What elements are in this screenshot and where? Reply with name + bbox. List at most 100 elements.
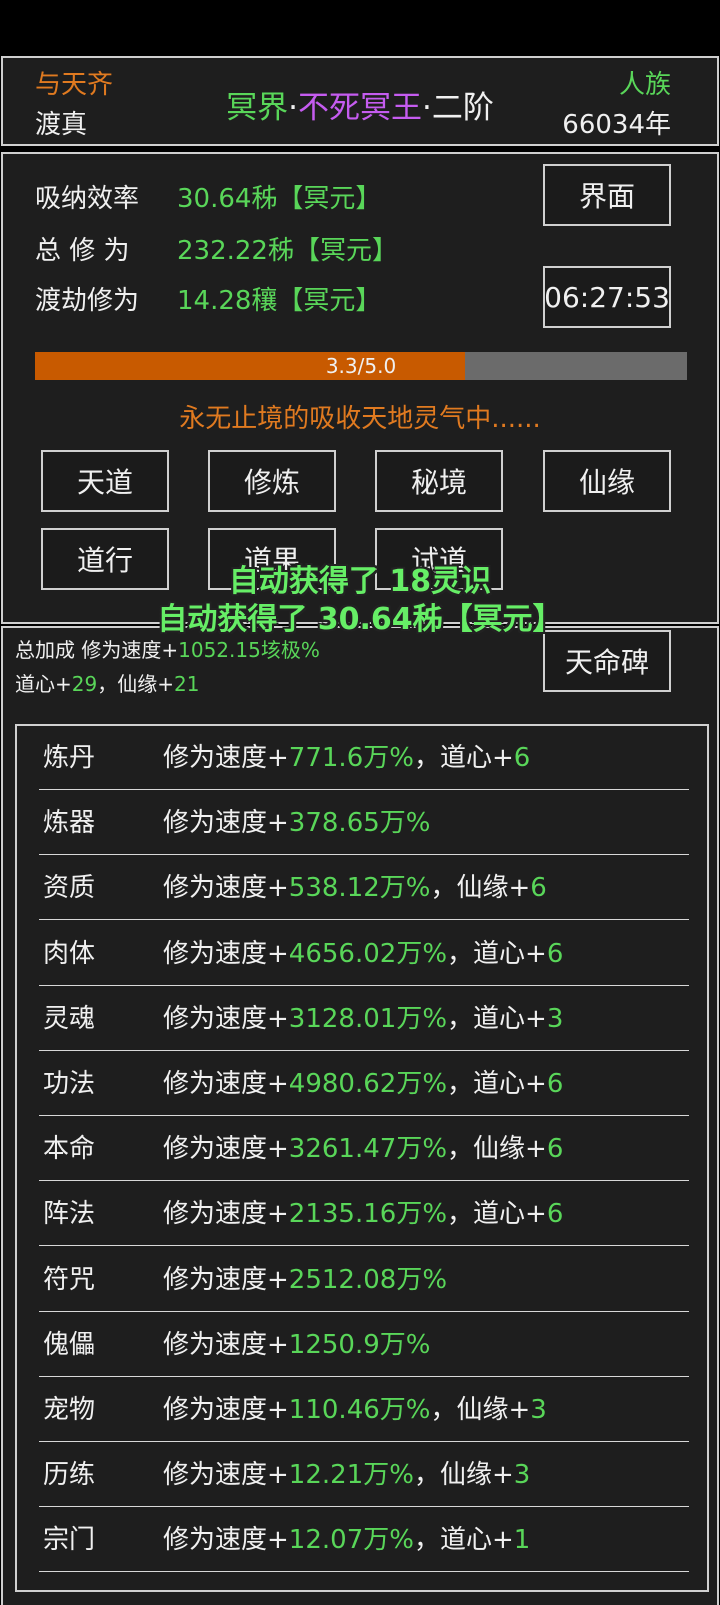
item-extra-label: ，仙缘+ (430, 873, 531, 904)
item-bonus: 修为速度+12.21万%，仙缘+3 (163, 1443, 530, 1507)
toast-message: 自动获得了 30.64秭【冥元】 (157, 602, 563, 637)
realm-stage: 二阶 (431, 90, 494, 126)
item-speed-label: 修为速度+ (163, 1525, 289, 1556)
tribulation-value: 14.28穰【冥元】 (177, 286, 382, 316)
bonus-speed: 1052.15垓极% (178, 638, 320, 662)
race-label: 人族 (618, 70, 671, 100)
list-item: 资质 修为速度+538.12万%，仙缘+6 (39, 856, 689, 921)
realm-dot-1: · (288, 90, 298, 126)
item-bonus: 修为速度+1250.9万% (163, 1313, 430, 1377)
item-speed-value: 1250.9万% (288, 1329, 431, 1360)
item-speed-label: 修为速度+ (163, 1199, 289, 1230)
item-speed-value: 12.07万% (288, 1525, 414, 1556)
total-label: 总 修 为 (35, 236, 130, 266)
item-speed-label: 修为速度+ (163, 938, 289, 969)
item-extra-value: 3 (546, 1003, 564, 1034)
tiandao-button[interactable]: 天道 (41, 450, 169, 512)
item-extra-label: ，道心+ (447, 1199, 547, 1230)
item-speed-label: 修为速度+ (163, 1395, 289, 1425)
item-speed-value: 12.21万% (288, 1460, 414, 1491)
item-bonus: 修为速度+12.07万%，道心+1 (163, 1508, 530, 1572)
item-extra-label: ，仙缘+ (447, 1134, 547, 1165)
mijing-button[interactable]: 秘境 (375, 450, 503, 512)
list-item: 宠物 修为速度+110.46万%，仙缘+3 (39, 1378, 689, 1442)
item-bonus: 修为速度+4980.62万%，道心+6 (163, 1052, 563, 1116)
interface-button[interactable]: 界面 (543, 164, 671, 226)
item-speed-value: 110.46万% (288, 1395, 431, 1425)
bonus-daoxin: 29 (71, 672, 98, 696)
timer-button[interactable]: 06:27:53 (543, 266, 671, 328)
item-bonus: 修为速度+771.6万%，道心+6 (163, 726, 530, 790)
realm-dot-2: · (422, 90, 432, 126)
absorb-label: 吸纳效率 (35, 184, 140, 214)
item-extra-value: 6 (546, 1134, 564, 1165)
item-bonus: 修为速度+538.12万%，仙缘+6 (163, 856, 547, 920)
item-name: 阵法 (43, 1199, 96, 1230)
list-item: 历练 修为速度+12.21万%，仙缘+3 (39, 1443, 689, 1508)
item-bonus: 修为速度+110.46万%，仙缘+3 (163, 1378, 547, 1442)
item-name: 宗门 (43, 1525, 96, 1556)
item-speed-value: 538.12万% (288, 873, 431, 904)
item-speed-label: 修为速度+ (163, 808, 289, 839)
item-speed-label: 修为速度+ (163, 743, 289, 773)
item-name: 历练 (43, 1460, 96, 1491)
list-item: 灵魂 修为速度+3128.01万%，道心+3 (39, 987, 689, 1051)
item-speed-label: 修为速度+ (163, 1003, 289, 1034)
item-bonus: 修为速度+378.65万% (163, 791, 430, 855)
list-item: 傀儡 修为速度+1250.9万% (39, 1313, 689, 1377)
progress-text: 3.3/5.0 (325, 354, 397, 378)
realm-rank: 不死冥王 (298, 90, 422, 126)
item-extra-value: 6 (530, 873, 547, 904)
bonus-sep: ，仙缘+ (97, 672, 174, 696)
item-extra-value: 1 (513, 1525, 531, 1556)
item-speed-label: 修为速度+ (163, 1329, 289, 1360)
bonus-panel: 总加成 修为速度+1052.15垓极% 道心+29，仙缘+21 天命碑 炼丹 修为… (1, 626, 719, 1605)
item-extra-value: 6 (546, 938, 564, 969)
item-bonus: 修为速度+3261.47万%，仙缘+6 (163, 1117, 563, 1181)
bonus-prefix: 总加成 修为速度+ (15, 638, 179, 662)
item-extra-value: 6 (513, 743, 531, 773)
item-speed-label: 修为速度+ (163, 1069, 289, 1099)
list-item: 本命 修为速度+3261.47万%，仙缘+6 (39, 1117, 689, 1182)
item-name: 符咒 (43, 1264, 96, 1295)
item-name: 灵魂 (43, 1003, 96, 1034)
item-speed-value: 3128.01万% (288, 1003, 448, 1034)
list-item: 阵法 修为速度+2135.16万%，道心+6 (39, 1182, 689, 1247)
xianyuan-button[interactable]: 仙缘 (543, 450, 671, 512)
item-name: 本命 (43, 1134, 96, 1165)
item-name: 功法 (43, 1069, 96, 1099)
item-speed-value: 378.65万% (288, 808, 431, 839)
item-extra-label: ，仙缘+ (430, 1395, 531, 1425)
item-extra-value: 6 (546, 1199, 564, 1230)
list-item: 炼器 修为速度+378.65万% (39, 791, 689, 856)
xiulian-button[interactable]: 修炼 (208, 450, 336, 512)
tribulation-label: 渡劫修为 (35, 286, 140, 316)
item-name: 炼丹 (43, 743, 96, 773)
item-extra-value: 3 (530, 1395, 547, 1425)
item-extra-label: ，道心+ (447, 938, 547, 969)
item-extra-label: ，道心+ (447, 1003, 547, 1034)
item-name: 肉体 (43, 938, 96, 969)
list-item: 符咒 修为速度+2512.08万% (39, 1248, 689, 1312)
bonus-xianyuan: 21 (173, 672, 200, 696)
tianmingbei-button[interactable]: 天命碑 (543, 630, 671, 692)
realm-world: 冥界 (226, 90, 289, 126)
item-speed-label: 修为速度+ (163, 1134, 289, 1165)
bonus-list[interactable]: 炼丹 修为速度+771.6万%，道心+6 炼器 修为速度+378.65万% 资质 修为速度… (15, 724, 709, 1592)
item-speed-label: 修为速度+ (163, 873, 289, 904)
item-speed-value: 3261.47万% (288, 1134, 448, 1165)
bonus-attrs-line: 道心+29，仙缘+21 (15, 668, 199, 697)
total-bonus-line: 总加成 修为速度+1052.15垓极% (15, 634, 320, 663)
item-speed-value: 2512.08万% (288, 1264, 448, 1295)
item-name: 宠物 (43, 1395, 96, 1425)
list-item: 肉体 修为速度+4656.02万%，道心+6 (39, 922, 689, 986)
list-item: 功法 修为速度+4980.62万%，道心+6 (39, 1052, 689, 1116)
item-extra-label: ，道心+ (413, 1525, 514, 1556)
item-bonus: 修为速度+3128.01万%，道心+3 (163, 987, 563, 1051)
progress-bar: 3.3/5.0 (35, 352, 687, 380)
item-extra-label: ，道心+ (413, 743, 514, 773)
years-label: 66034年 (562, 110, 671, 140)
item-speed-value: 771.6万% (288, 743, 414, 773)
header-panel: 与天齐 渡真 冥界·不死冥王·二阶 人族 66034年 (1, 56, 719, 146)
list-item: 炼丹 修为速度+771.6万%，道心+6 (39, 726, 689, 790)
